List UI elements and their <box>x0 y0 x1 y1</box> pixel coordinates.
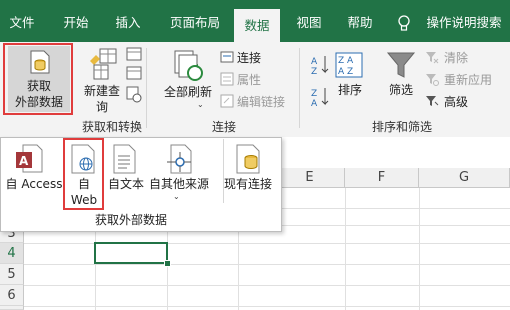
svg-text:A: A <box>311 99 318 108</box>
from-access-button[interactable]: 自 Access <box>3 176 65 192</box>
svg-text:Z A: Z A <box>338 56 354 66</box>
row-header-6[interactable]: 6 <box>0 285 24 306</box>
connections-icon <box>220 50 234 64</box>
gridline <box>419 188 420 310</box>
sort-dialog-icon: Z AA Z <box>335 52 363 78</box>
divider <box>299 48 300 128</box>
gridline <box>24 264 510 265</box>
reapply-button[interactable]: 重新应用 <box>444 71 492 88</box>
group-get-transform: 获取和转换 <box>82 120 143 134</box>
ribbon-tab-bar: 文件 开始 插入 页面布局 数据 视图 帮助 操作说明搜索 <box>0 0 510 42</box>
svg-text:Z: Z <box>311 89 317 99</box>
group-sort-filter: 排序和筛选 <box>372 120 433 134</box>
tab-data[interactable]: 数据 <box>234 9 280 42</box>
tab-file[interactable]: 文件 <box>2 10 42 36</box>
chevron-down-icon: ⌄ <box>197 100 204 109</box>
reapply-icon <box>425 72 439 86</box>
chevron-down-icon: ⌄ <box>173 192 180 201</box>
edit-links-icon <box>220 94 234 108</box>
tab-help[interactable]: 帮助 <box>340 10 380 36</box>
from-other-sources-button[interactable]: 自其他来源 <box>147 176 211 192</box>
advanced-filter-icon <box>425 94 439 108</box>
row-header-5[interactable]: 5 <box>0 264 24 285</box>
gridline <box>345 188 346 310</box>
tell-me-search[interactable]: 操作说明搜索 <box>420 10 508 36</box>
column-header-f[interactable]: F <box>345 168 419 188</box>
other-sources-icon <box>165 144 193 174</box>
row-header-7[interactable] <box>0 306 24 310</box>
gridline <box>24 285 510 286</box>
text-file-icon <box>113 144 137 174</box>
get-external-data-dropdown: A 自 Access 自 Web 自文本 自其他来源 ⌄ 现有连接 获取外部数据 <box>0 137 282 232</box>
database-sheet-icon <box>29 50 51 74</box>
show-queries-icon[interactable] <box>126 47 142 107</box>
from-text-button[interactable]: 自文本 <box>105 176 147 192</box>
properties-button[interactable]: 属性 <box>237 71 261 88</box>
svg-text:A Z: A Z <box>338 67 353 77</box>
filter-button[interactable]: 筛选 <box>383 82 419 98</box>
fill-handle[interactable] <box>164 260 171 267</box>
svg-text:A: A <box>311 57 318 67</box>
clear-button[interactable]: 清除 <box>444 49 468 66</box>
new-query-button[interactable]: 新建查 询 <box>80 83 124 115</box>
lightbulb-icon <box>395 10 413 36</box>
edit-links-button[interactable]: 编辑链接 <box>237 93 285 110</box>
access-icon: A <box>15 144 47 174</box>
new-query-icon <box>86 47 120 81</box>
properties-icon <box>220 72 234 86</box>
chevron-down-icon: ⌄ <box>56 96 63 105</box>
popup-group-label: 获取外部数据 <box>94 213 167 227</box>
web-globe-icon <box>71 144 97 174</box>
sort-button[interactable]: 排序 <box>332 82 368 98</box>
tab-view[interactable]: 视图 <box>289 10 329 36</box>
svg-text:Z: Z <box>311 67 317 77</box>
tab-home[interactable]: 开始 <box>56 10 96 36</box>
tab-page-layout[interactable]: 页面布局 <box>162 10 228 36</box>
advanced-button[interactable]: 高级 <box>444 93 468 110</box>
get-external-data-label: 获取 外部数据 <box>14 79 63 109</box>
from-web-button[interactable]: 自 Web <box>65 176 103 208</box>
divider <box>146 48 147 128</box>
active-cell[interactable] <box>94 242 168 264</box>
clear-filter-icon <box>425 50 439 64</box>
row-header-4[interactable]: 4 <box>0 243 24 264</box>
sort-az-icon[interactable]: AZZA <box>309 52 331 108</box>
existing-connections-button[interactable]: 现有连接 <box>217 176 279 192</box>
group-connections: 连接 <box>212 120 237 134</box>
tab-insert[interactable]: 插入 <box>108 10 148 36</box>
svg-text:A: A <box>19 154 29 168</box>
refresh-all-button[interactable]: 全部刷新 <box>160 84 216 100</box>
filter-icon <box>386 50 416 80</box>
refresh-all-icon <box>173 49 207 83</box>
divider <box>223 139 224 203</box>
column-header-e[interactable]: E <box>275 168 345 188</box>
existing-connections-icon <box>235 144 263 174</box>
gridline <box>24 306 510 307</box>
connections-button[interactable]: 连接 <box>237 49 261 66</box>
column-header-g[interactable]: G <box>419 168 510 188</box>
